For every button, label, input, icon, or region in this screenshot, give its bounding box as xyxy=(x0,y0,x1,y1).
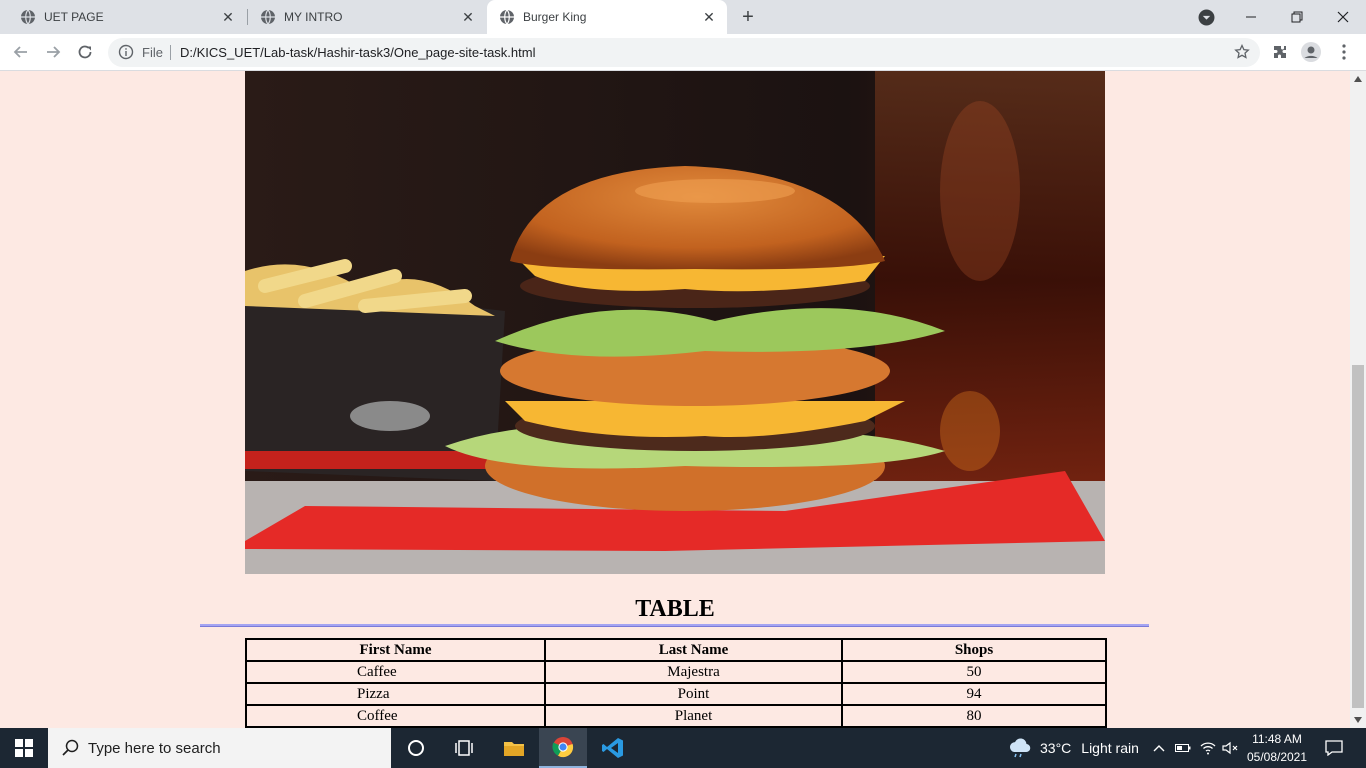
cell-last-name: Majestra xyxy=(544,660,843,684)
globe-icon xyxy=(21,9,35,25)
clock-date: 05/08/2021 xyxy=(1246,750,1308,764)
tab-burger-king[interactable]: Burger King ✕ xyxy=(487,0,727,34)
table-header-row: First Name Last Name Shops xyxy=(245,638,1107,662)
weather-condition: Light rain xyxy=(1081,740,1139,756)
omnibox-divider xyxy=(170,45,171,60)
header-shops: Shops xyxy=(841,638,1107,662)
task-view-icon[interactable] xyxy=(440,728,488,768)
extensions-icon[interactable] xyxy=(1270,42,1290,62)
weather-widget[interactable]: 33°C Light rain xyxy=(1008,728,1139,768)
new-tab-icon[interactable]: + xyxy=(737,6,759,28)
minimize-icon[interactable] xyxy=(1228,0,1274,34)
scrollbar-thumb[interactable] xyxy=(1352,365,1364,708)
search-placeholder: Type here to search xyxy=(88,739,221,757)
burger-image xyxy=(245,71,1105,574)
clock-time: 11:48 AM xyxy=(1252,732,1302,746)
file-explorer-icon[interactable] xyxy=(490,728,538,768)
search-icon xyxy=(62,739,79,756)
chrome-icon[interactable] xyxy=(539,728,587,768)
address-bar[interactable]: File D:/KICS_UET/Lab-task/Hashir-task3/O… xyxy=(108,38,1260,67)
bookmark-star-icon[interactable] xyxy=(1234,44,1250,60)
scroll-up-icon[interactable] xyxy=(1350,71,1366,87)
table-row: Caffee Majestra 50 xyxy=(245,660,1107,684)
cell-shops: 80 xyxy=(841,704,1107,728)
windows-taskbar: Type here to search 33°C Light rain 11:4… xyxy=(0,728,1366,768)
reload-icon[interactable] xyxy=(72,39,98,65)
tab-strip: UET PAGE ✕ MY INTRO ✕ Burger King ✕ + xyxy=(0,0,1366,34)
taskbar-clock[interactable]: 11:48 AM 05/08/2021 xyxy=(1242,730,1312,766)
cell-first-name: Coffee xyxy=(245,704,546,728)
section-title: TABLE xyxy=(635,596,715,622)
vscode-icon[interactable] xyxy=(589,728,637,768)
cell-first-name: Caffee xyxy=(245,660,546,684)
weather-temp: 33°C xyxy=(1040,740,1072,756)
tab-uet-page[interactable]: UET PAGE ✕ xyxy=(0,0,246,34)
horizontal-rule xyxy=(200,624,1149,627)
tab-close-icon[interactable]: ✕ xyxy=(220,9,236,25)
tab-title: MY INTRO xyxy=(284,10,343,24)
cell-last-name: Point xyxy=(544,682,843,706)
tab-close-icon[interactable]: ✕ xyxy=(701,9,717,25)
tab-title: UET PAGE xyxy=(44,10,104,24)
header-first-name: First Name xyxy=(245,638,546,662)
header-last-name: Last Name xyxy=(544,638,843,662)
windows-start-icon[interactable] xyxy=(0,728,48,768)
tab-title: Burger King xyxy=(523,10,587,24)
tab-search-icon[interactable] xyxy=(1198,9,1215,26)
scheme-label: File xyxy=(142,45,163,60)
wifi-icon[interactable] xyxy=(1197,728,1219,768)
battery-icon[interactable] xyxy=(1172,728,1194,768)
globe-icon xyxy=(261,9,275,25)
table-row: Coffee Planet 80 xyxy=(245,704,1107,728)
taskbar-search-box[interactable]: Type here to search xyxy=(48,728,391,768)
info-icon[interactable] xyxy=(118,44,134,60)
show-hidden-icons-chevron-icon[interactable] xyxy=(1148,728,1170,768)
menu-kebab-icon[interactable] xyxy=(1334,42,1354,62)
restore-icon[interactable] xyxy=(1274,0,1320,34)
back-icon[interactable] xyxy=(8,39,34,65)
cell-shops: 94 xyxy=(841,682,1107,706)
cloud-rain-icon xyxy=(1009,738,1031,758)
forward-icon[interactable] xyxy=(40,39,66,65)
notifications-icon[interactable] xyxy=(1318,728,1350,768)
cortana-icon[interactable] xyxy=(392,728,440,768)
volume-muted-icon[interactable] xyxy=(1219,728,1241,768)
close-window-icon[interactable] xyxy=(1320,0,1366,34)
vertical-scrollbar[interactable] xyxy=(1350,71,1366,728)
table-row: Pizza Point 94 xyxy=(245,682,1107,706)
cell-last-name: Planet xyxy=(544,704,843,728)
tab-close-icon[interactable]: ✕ xyxy=(460,9,476,25)
url-text[interactable]: D:/KICS_UET/Lab-task/Hashir-task3/One_pa… xyxy=(180,45,535,60)
cell-first-name: Pizza xyxy=(245,682,546,706)
cell-shops: 50 xyxy=(841,660,1107,684)
scroll-down-icon[interactable] xyxy=(1350,712,1366,728)
page-viewport: TABLE First Name Last Name Shops Caffee … xyxy=(0,71,1350,728)
profile-avatar-icon[interactable] xyxy=(1301,42,1321,62)
tab-my-intro[interactable]: MY INTRO ✕ xyxy=(240,0,486,34)
shops-table: First Name Last Name Shops Caffee Majest… xyxy=(245,638,1107,728)
browser-toolbar: File D:/KICS_UET/Lab-task/Hashir-task3/O… xyxy=(0,34,1366,71)
globe-icon xyxy=(500,9,514,25)
